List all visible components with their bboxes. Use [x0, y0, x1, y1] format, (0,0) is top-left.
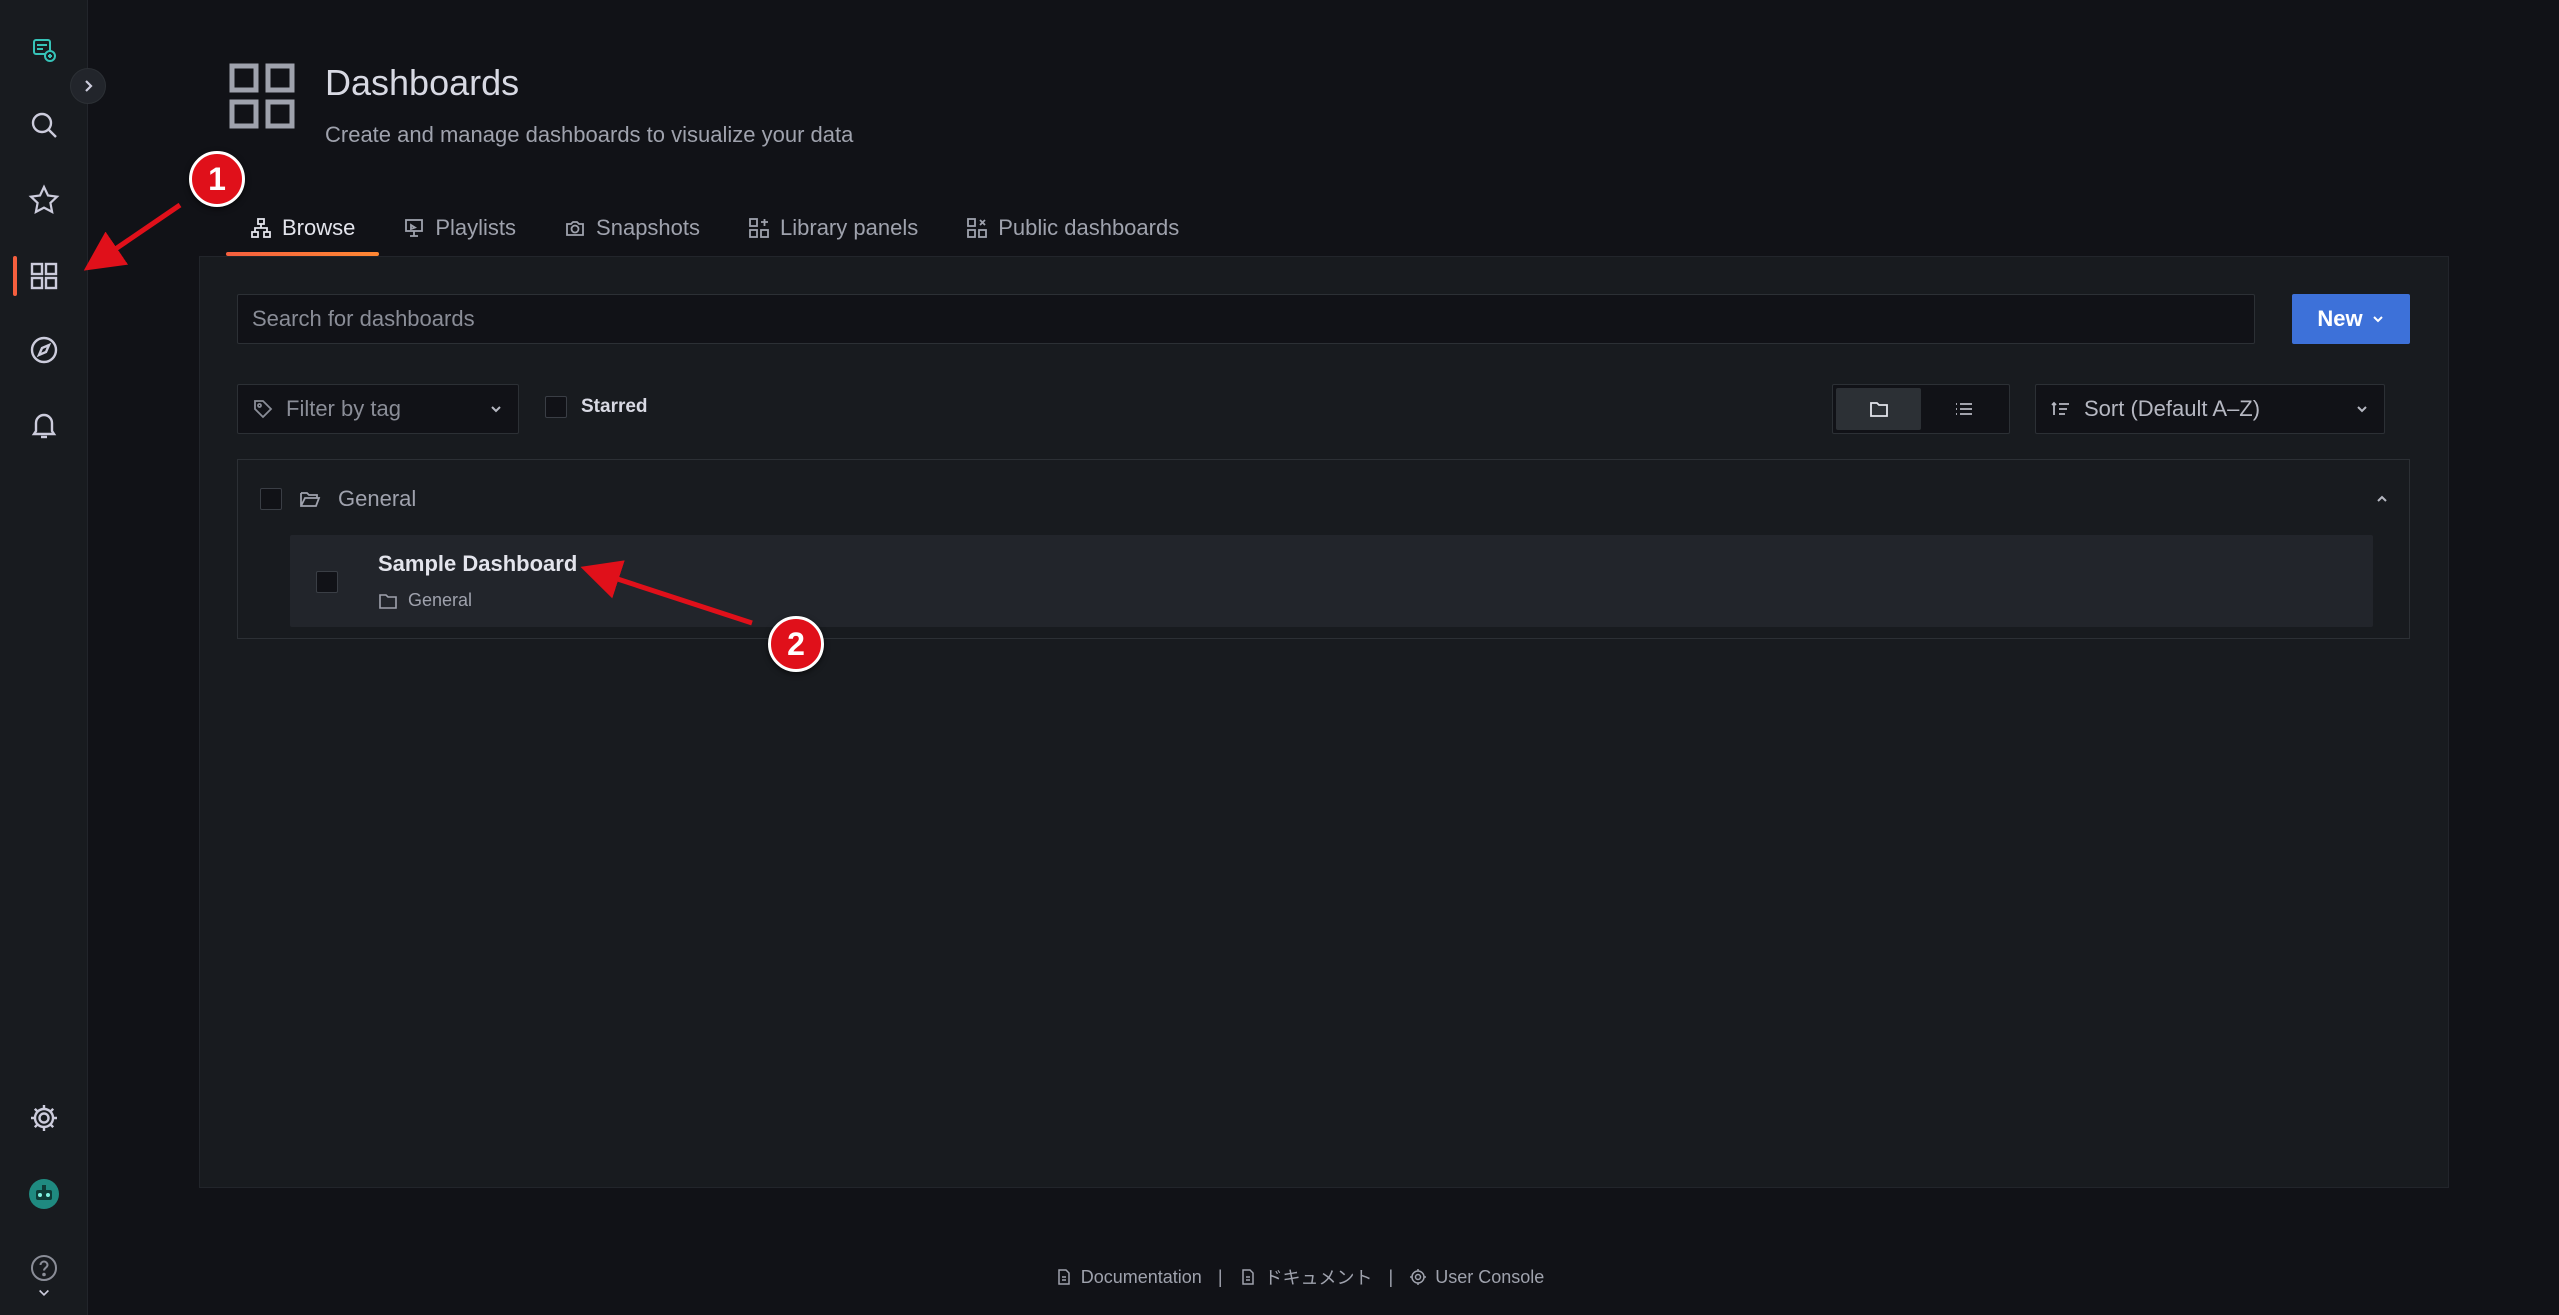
tab-playlists[interactable]: Playlists	[379, 206, 540, 250]
search-input[interactable]	[237, 294, 2255, 344]
tab-label: Library panels	[780, 215, 919, 240]
tab-label: Public dashboards	[998, 215, 1180, 240]
filter-by-tag-select[interactable]: Filter by tag	[237, 384, 519, 434]
page-title: Dashboards	[325, 62, 520, 103]
starred-label: Starred	[581, 396, 648, 417]
tab-bar: Browse Playlists Snapshots Library panel…	[226, 206, 1203, 256]
folder-open-icon	[300, 492, 321, 507]
dashboard-title-link[interactable]: Sample Dashboard	[378, 551, 577, 577]
view-toggle	[1832, 384, 2010, 434]
annotation-badge-1: 1	[189, 151, 245, 207]
japanese-docs-link[interactable]: ドキュメント	[1239, 1264, 1373, 1290]
document-icon	[1058, 1269, 1070, 1285]
tab-snapshots[interactable]: Snapshots	[540, 206, 724, 250]
user-console-link[interactable]: User Console	[1409, 1267, 1544, 1288]
sitemap-icon	[251, 218, 271, 238]
page-subtitle: Create and manage dashboards to visualiz…	[325, 122, 854, 147]
annotation-badge-2: 2	[768, 616, 824, 672]
folder-header[interactable]: General	[260, 486, 416, 512]
arrow-1	[83, 202, 182, 271]
bell-icon[interactable]	[24, 405, 64, 445]
dashboard-folder-label: General	[378, 590, 472, 611]
documentation-label: Documentation	[1080, 1266, 1202, 1287]
tab-label: Browse	[282, 215, 356, 240]
footer-separator: |	[1217, 1266, 1223, 1287]
dashboard-row-sample-dashboard[interactable]: Sample Dashboard General	[290, 535, 2373, 627]
gear-icon	[1410, 1269, 1427, 1285]
sidebar	[0, 0, 106, 1315]
dashboard-checkbox[interactable]	[316, 571, 338, 593]
avatar-icon[interactable]	[24, 1174, 64, 1214]
new-button-label: New	[2317, 306, 2363, 331]
folder-view-button[interactable]	[1836, 388, 1921, 430]
tab-library-panels[interactable]: Library panels	[724, 206, 942, 250]
tab-browse[interactable]: Browse	[226, 206, 380, 256]
presentation-icon	[405, 219, 424, 237]
folder-section-general: General Sample Dashboard General	[237, 459, 2410, 639]
list-icon	[1955, 403, 1972, 415]
camera-icon	[566, 221, 584, 236]
chevron-right-icon	[85, 80, 93, 92]
sort-label: Sort (Default A–Z)	[2084, 396, 2261, 421]
folder-checkbox[interactable]	[260, 488, 282, 510]
explore-icon[interactable]	[24, 330, 64, 370]
folder-icon	[379, 593, 397, 609]
chevron-down-icon	[2357, 406, 2367, 413]
chevron-down-icon	[2372, 316, 2383, 323]
dashboard-folder-name: General	[408, 590, 473, 610]
tab-label: Snapshots	[596, 215, 701, 240]
list-view-button[interactable]	[1921, 388, 2006, 430]
starred-filter[interactable]: Starred	[545, 396, 648, 418]
chevron-down-icon	[491, 406, 501, 413]
dashboards-icon[interactable]	[24, 256, 64, 296]
footer-separator: |	[1388, 1266, 1394, 1287]
star-icon[interactable]	[24, 180, 64, 220]
tab-label: Playlists	[435, 215, 517, 240]
chevron-up-icon[interactable]	[2373, 490, 2391, 508]
footer: Documentation | ドキュメント | User Console	[0, 1264, 2559, 1290]
tab-public-dashboards[interactable]: Public dashboards	[942, 206, 1203, 250]
starred-checkbox[interactable]	[545, 396, 567, 418]
user-console-label: User Console	[1435, 1266, 1545, 1287]
active-indicator	[13, 256, 17, 296]
dashboards-page-icon	[229, 63, 295, 129]
expand-sidebar-button[interactable]	[70, 68, 106, 104]
sort-select[interactable]: Sort (Default A–Z)	[2035, 384, 2385, 434]
tag-icon	[254, 400, 273, 419]
folder-icon	[1869, 402, 1888, 417]
gear-icon[interactable]	[24, 1098, 64, 1138]
sort-icon	[2051, 401, 2069, 415]
new-button[interactable]: New	[2292, 294, 2410, 344]
japanese-docs-label: ドキュメント	[1264, 1268, 1373, 1288]
document-icon	[1241, 1269, 1254, 1285]
documentation-link[interactable]: Documentation	[1055, 1267, 1202, 1288]
library-panels-icon	[749, 218, 769, 238]
folder-name: General	[338, 486, 417, 511]
public-dashboards-icon	[967, 218, 988, 238]
search-icon[interactable]	[24, 105, 64, 145]
filter-by-tag-placeholder: Filter by tag	[286, 396, 401, 421]
logo-icon[interactable]	[24, 30, 64, 70]
